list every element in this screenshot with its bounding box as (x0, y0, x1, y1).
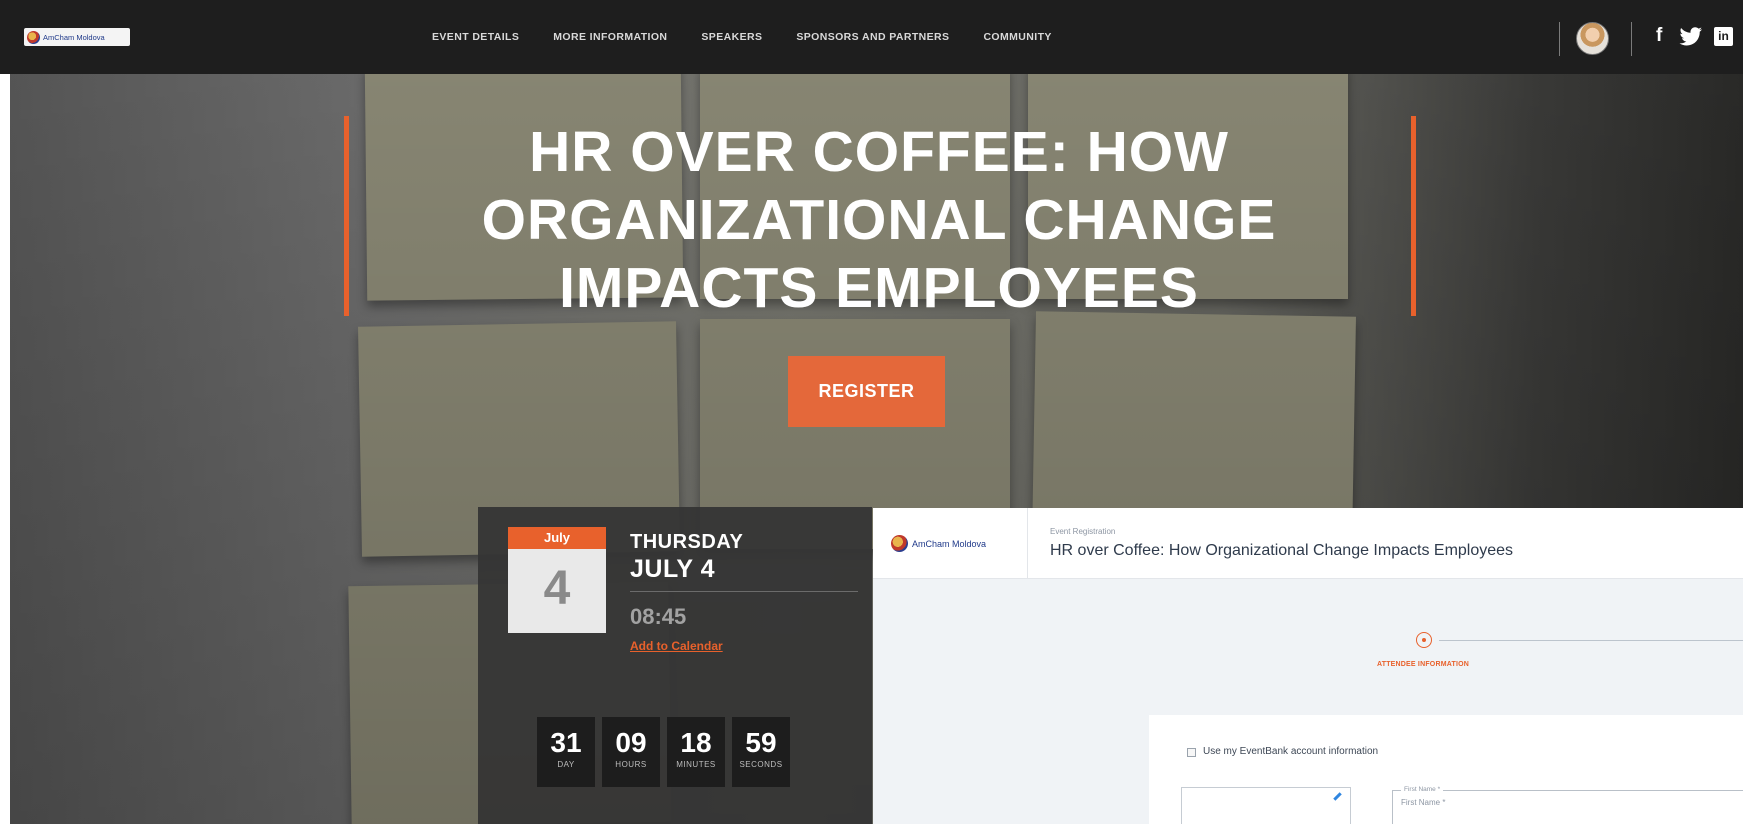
step-progress-line (1439, 640, 1743, 641)
countdown-days: 31 DAY (537, 717, 595, 787)
form-header: AmCham Moldova Event Registration HR ove… (873, 508, 1743, 579)
calendar-badge: July 4 (508, 527, 606, 633)
countdown-hours: 09 HOURS (602, 717, 660, 787)
countdown-unit: DAY (557, 760, 575, 769)
logo-seal-icon (891, 535, 908, 552)
use-account-checkbox[interactable] (1187, 748, 1196, 757)
countdown-unit: MINUTES (676, 760, 716, 769)
add-to-calendar-link[interactable]: Add to Calendar (630, 639, 723, 653)
registration-form-window: AmCham Moldova Event Registration HR ove… (873, 508, 1743, 824)
divider (1027, 508, 1028, 579)
calendar-day: 4 (543, 562, 571, 615)
linkedin-icon[interactable]: in (1714, 27, 1733, 46)
photo-upload-box[interactable] (1181, 787, 1351, 824)
step-indicator-icon (1416, 632, 1432, 648)
countdown-minutes: 18 MINUTES (667, 717, 725, 787)
divider (630, 591, 858, 592)
title-accent-right (1411, 116, 1416, 316)
attendee-form-card: Use my EventBank account information Fir… (1149, 715, 1743, 824)
event-date: JULY 4 (630, 555, 716, 583)
nav-sponsors-and-partners[interactable]: SPONSORS AND PARTNERS (796, 31, 949, 43)
nav-event-details[interactable]: EVENT DETAILS (432, 31, 519, 43)
countdown-unit: SECONDS (739, 760, 783, 769)
form-subtitle: Event Registration (1050, 527, 1116, 536)
logo-text: AmCham Moldova (912, 538, 987, 549)
main-nav: EVENT DETAILS MORE INFORMATION SPEAKERS … (432, 31, 1086, 43)
first-name-field[interactable]: First Name * First Name * (1392, 786, 1743, 824)
use-account-label[interactable]: Use my EventBank account information (1203, 746, 1378, 757)
calendar-month: July (508, 527, 606, 549)
form-title: HR over Coffee: How Organizational Chang… (1050, 542, 1514, 559)
countdown-unit: HOURS (615, 760, 647, 769)
countdown-value: 18 (680, 727, 712, 758)
title-accent-left (344, 116, 349, 316)
site-logo[interactable]: AmCham Moldova (24, 28, 130, 46)
nav-speakers[interactable]: SPEAKERS (701, 31, 762, 43)
nav-divider (1559, 22, 1560, 56)
countdown-value: 59 (745, 727, 777, 758)
countdown-seconds: 59 SECONDS (732, 717, 790, 787)
countdown-value: 31 (550, 727, 582, 758)
form-logo: AmCham Moldova (891, 535, 986, 552)
user-avatar[interactable] (1576, 22, 1609, 55)
facebook-icon[interactable]: f (1656, 25, 1662, 47)
nav-more-information[interactable]: MORE INFORMATION (553, 31, 667, 43)
step-label: ATTENDEE INFORMATION (1376, 661, 1469, 668)
nav-divider (1631, 22, 1632, 56)
logo-seal-icon (27, 30, 40, 44)
event-date-panel: July 4 THURSDAY JULY 4 08:45 Add to Cale… (478, 507, 872, 824)
first-name-label: First Name * (1401, 786, 1444, 793)
page: AmCham Moldova EVENT DETAILS MORE INFORM… (0, 0, 1743, 824)
event-title: HR OVER COFFEE: HOW ORGANIZATIONAL CHANG… (481, 120, 1277, 320)
event-weekday: THURSDAY (630, 531, 744, 553)
countdown-value: 09 (615, 727, 647, 758)
event-time: 08:45 (630, 604, 687, 629)
nav-community[interactable]: COMMUNITY (983, 31, 1051, 43)
first-name-placeholder: First Name * (1401, 798, 1446, 807)
top-nav-bar: AmCham Moldova EVENT DETAILS MORE INFORM… (0, 0, 1743, 74)
register-button[interactable]: REGISTER (788, 356, 945, 427)
twitter-icon[interactable] (1679, 27, 1703, 46)
logo-text: AmCham Moldova (43, 32, 105, 42)
